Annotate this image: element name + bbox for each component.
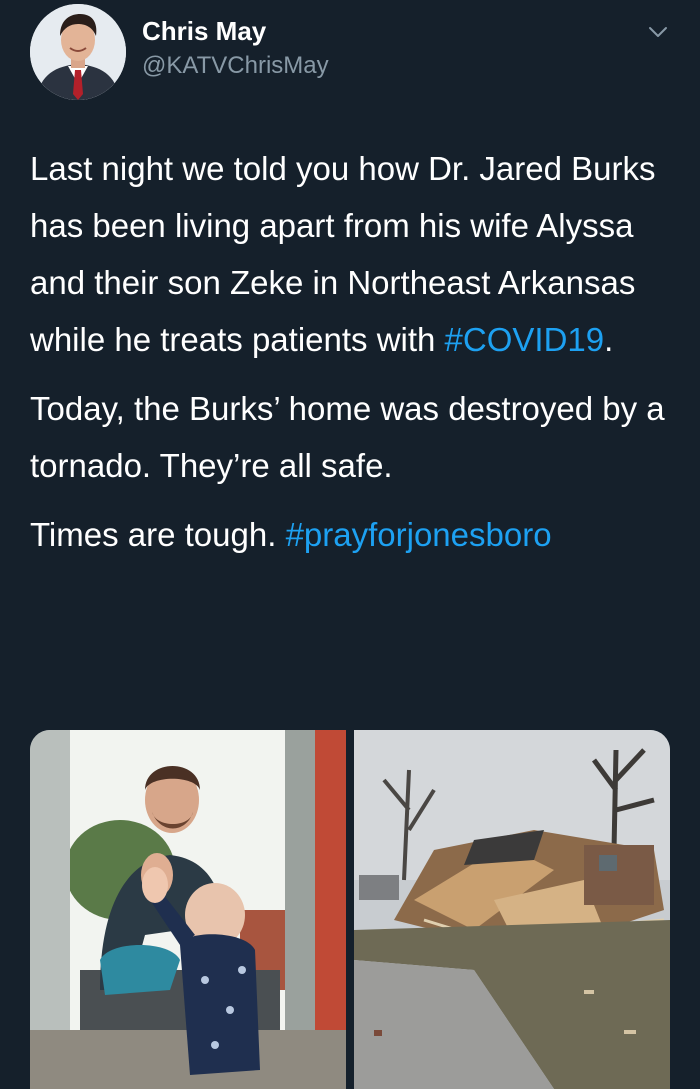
photo-doctor-and-child-icon — [30, 730, 346, 1089]
user-handle[interactable]: @KATVChrisMay — [142, 50, 329, 82]
tweet-paragraph-3: Times are tough. #prayforjonesboro — [30, 506, 670, 563]
media-photo-doctor-and-child[interactable] — [30, 730, 346, 1089]
chevron-down-icon[interactable] — [646, 20, 670, 44]
hashtag-prayforjonesboro-link[interactable]: #prayforjonesboro — [286, 516, 552, 553]
tweet-text: Last night we told you how Dr. Jared Bur… — [30, 140, 670, 575]
display-name[interactable]: Chris May — [142, 14, 266, 48]
media-photo-tornado-damage[interactable] — [354, 730, 670, 1089]
tweet-text-p2: Today, the Burks’ home was destroyed by … — [30, 390, 665, 484]
tweet-text-p1-end: . — [604, 321, 614, 358]
avatar[interactable] — [30, 4, 126, 100]
tweet-media — [30, 730, 670, 1089]
tweet-card: Chris May @KATVChrisMay Last night we to… — [0, 0, 700, 1089]
avatar-portrait-icon — [30, 4, 126, 100]
tweet-text-p3: Times are tough. — [30, 516, 286, 553]
tweet-paragraph-1: Last night we told you how Dr. Jared Bur… — [30, 140, 670, 368]
photo-tornado-damage-icon — [354, 730, 670, 1089]
tweet-paragraph-2: Today, the Burks’ home was destroyed by … — [30, 380, 670, 494]
hashtag-covid19-link[interactable]: #COVID19 — [445, 321, 605, 358]
